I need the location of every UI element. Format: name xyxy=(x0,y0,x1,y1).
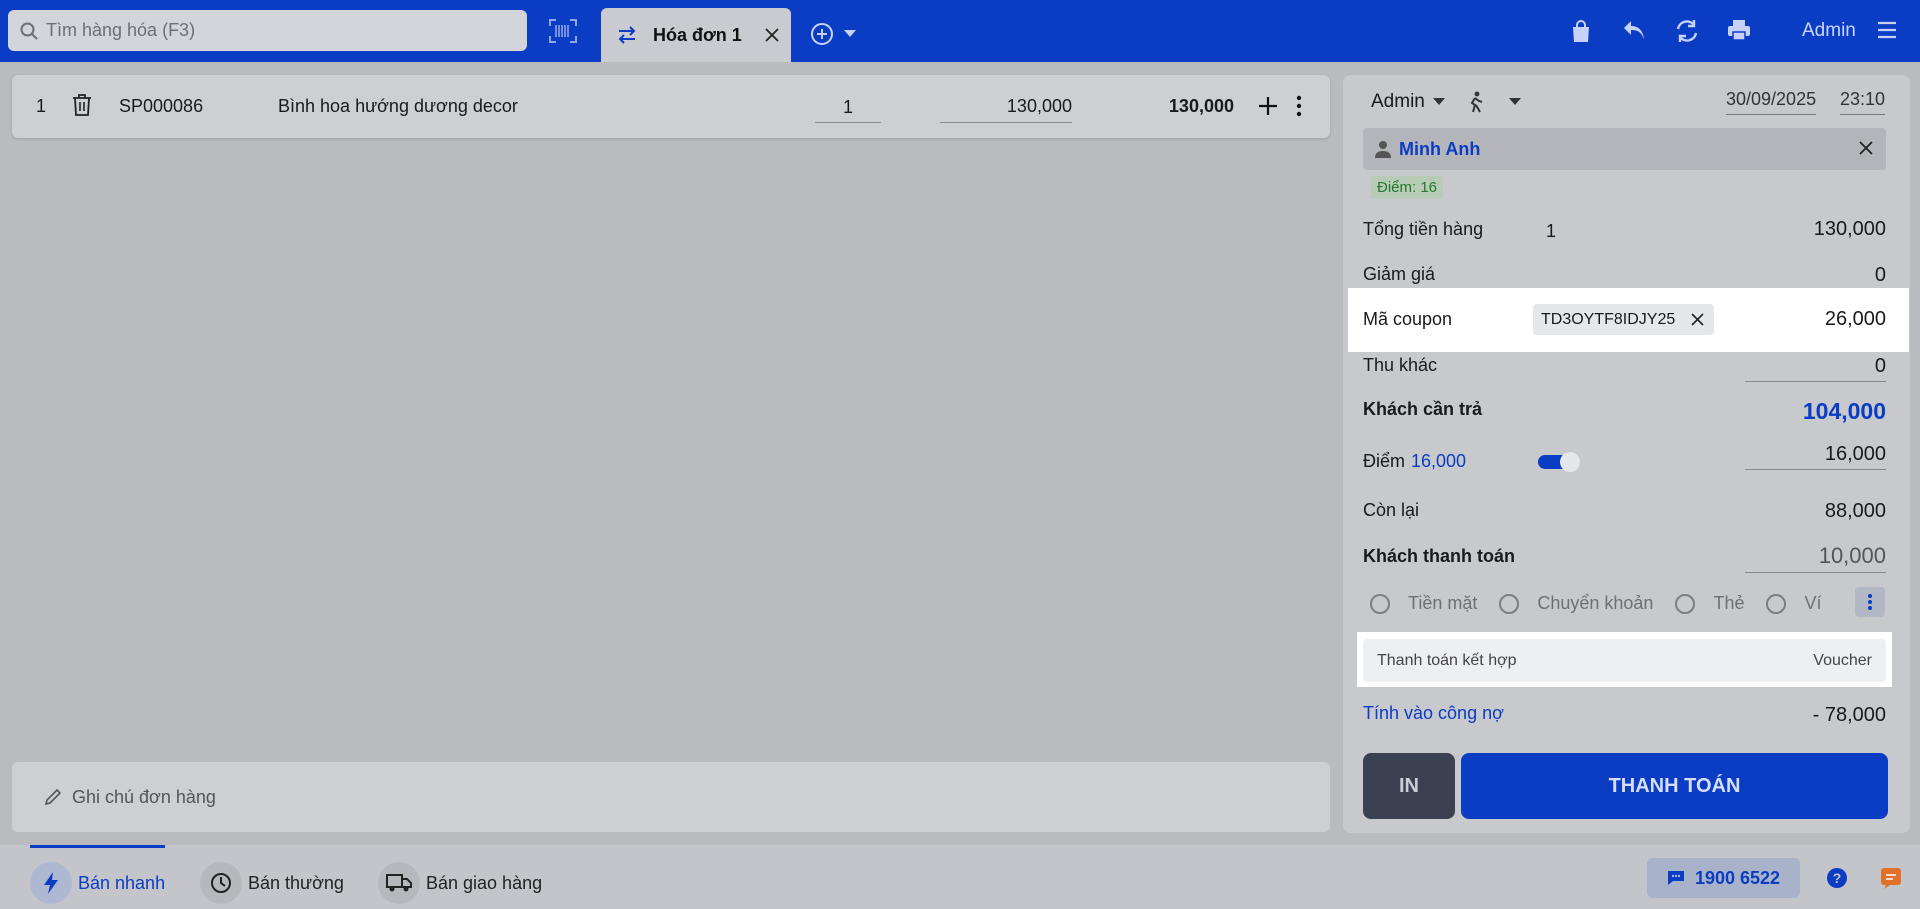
undo-icon[interactable] xyxy=(1622,19,1646,41)
line-price-input[interactable]: 130,000 xyxy=(940,96,1072,123)
chat-icon[interactable] xyxy=(1880,867,1902,889)
plus-icon[interactable] xyxy=(1257,95,1279,117)
order-note-placeholder: Ghi chú đơn hàng xyxy=(72,786,216,807)
close-icon[interactable] xyxy=(765,28,779,42)
pencil-icon xyxy=(44,788,62,806)
chevron-down-icon[interactable] xyxy=(1432,98,1445,106)
customer-field[interactable]: Minh Anh xyxy=(1363,128,1886,170)
other-fees-label: Thu khác xyxy=(1363,355,1438,375)
invoice-date[interactable]: 30/09/2025 xyxy=(1726,89,1817,115)
line-product-code: SP000086 xyxy=(119,96,204,116)
order-note-field[interactable]: Ghi chú đơn hàng xyxy=(12,762,1330,832)
customer-points-badge: Điểm: 16 xyxy=(1371,176,1444,199)
discount-label: Giảm giá xyxy=(1363,264,1436,284)
customer-paid-label: Khách thanh toán xyxy=(1363,546,1515,566)
seller-name: Admin xyxy=(1371,91,1425,112)
points-redeem-input[interactable]: 16,000 xyxy=(1745,443,1886,470)
add-tab-button[interactable] xyxy=(810,22,856,46)
chat-icon xyxy=(1667,870,1685,886)
coupon-code: TD3OYTF8IDJY25 xyxy=(1541,310,1676,328)
mode-quick-sale[interactable]: Bán nhanh xyxy=(30,862,165,904)
search-icon xyxy=(20,22,38,40)
person-icon xyxy=(1375,140,1391,158)
points-label: Điểm xyxy=(1363,451,1406,471)
radio-cash[interactable] xyxy=(1370,593,1390,614)
search-input[interactable] xyxy=(46,20,516,41)
radio-wallet[interactable] xyxy=(1766,593,1787,614)
method-cash-label[interactable]: Tiền mặt xyxy=(1408,593,1477,614)
payable-label: Khách cần trả xyxy=(1363,399,1483,419)
active-mode-indicator xyxy=(30,845,165,848)
add-circle-icon[interactable] xyxy=(810,22,834,46)
chevron-down-icon[interactable] xyxy=(844,30,856,38)
total-label: Tổng tiền hàng xyxy=(1363,219,1484,239)
coupon-label: Mã coupon xyxy=(1363,309,1453,329)
combo-payment-label: Thanh toán kết hợp xyxy=(1377,652,1517,669)
invoice-time[interactable]: 23:10 xyxy=(1840,89,1886,115)
customer-name[interactable]: Minh Anh xyxy=(1399,139,1480,160)
discount-input[interactable]: 0 xyxy=(1745,264,1886,291)
more-vertical-icon[interactable] xyxy=(1296,95,1302,117)
shopping-bag-icon[interactable] xyxy=(1570,19,1592,43)
points-available: 16,000 xyxy=(1411,451,1467,471)
bolt-icon xyxy=(30,862,72,904)
mode-delivery-sale-label: Bán giao hàng xyxy=(426,872,543,893)
mode-quick-sale-label: Bán nhanh xyxy=(78,872,166,893)
customer-paid-input[interactable]: 10,000 xyxy=(1745,543,1886,573)
trash-icon[interactable] xyxy=(72,94,92,116)
other-fees-input[interactable]: 0 xyxy=(1745,355,1886,382)
method-transfer-label[interactable]: Chuyển khoản xyxy=(1537,593,1653,614)
barcode-icon[interactable] xyxy=(548,18,578,44)
top-bar: Hóa đơn 1 Admin xyxy=(0,0,1920,62)
combo-payment-field[interactable]: Thanh toán kết hợp Voucher xyxy=(1363,639,1886,682)
points-toggle[interactable] xyxy=(1538,451,1582,473)
line-product-name: Bình hoa hướng dương decor xyxy=(278,96,518,116)
clock-icon xyxy=(200,862,242,904)
line-total: 130,000 xyxy=(1168,96,1234,116)
chevron-down-icon[interactable] xyxy=(1508,98,1521,106)
total-value: 130,000 xyxy=(1813,218,1886,240)
combo-payment-value: Voucher xyxy=(1813,652,1872,669)
line-index: 1 xyxy=(36,96,47,116)
help-icon[interactable]: ? xyxy=(1826,867,1848,889)
close-icon[interactable] xyxy=(1858,140,1874,156)
tab-label: Hóa đơn 1 xyxy=(653,24,742,45)
swap-icon[interactable] xyxy=(617,26,637,44)
header-user[interactable]: Admin xyxy=(1802,20,1856,42)
line-quantity-input[interactable]: 1 xyxy=(815,97,881,123)
remaining-value: 88,000 xyxy=(1824,500,1886,522)
truck-icon xyxy=(378,862,420,904)
walk-icon[interactable] xyxy=(1467,91,1485,113)
product-search[interactable] xyxy=(8,10,527,51)
payable-value: 104,000 xyxy=(1802,398,1886,424)
print-icon[interactable] xyxy=(1727,19,1751,41)
tab-invoice-1[interactable]: Hóa đơn 1 xyxy=(601,8,791,62)
mode-normal-sale[interactable]: Bán thường xyxy=(200,862,344,904)
mode-normal-sale-label: Bán thường xyxy=(248,872,344,893)
hotline-number: 1900 6522 xyxy=(1694,867,1781,888)
method-card-label[interactable]: Thẻ xyxy=(1713,593,1744,614)
bottom-bar: Bán nhanh Bán thường Bán giao hàng 1900 … xyxy=(0,845,1920,909)
radio-card[interactable] xyxy=(1675,593,1696,614)
print-button[interactable]: IN xyxy=(1363,753,1455,819)
more-vertical-icon xyxy=(1867,593,1873,611)
pay-button[interactable]: THANH TOÁN xyxy=(1461,753,1888,819)
radio-transfer[interactable] xyxy=(1499,593,1520,614)
total-quantity: 1 xyxy=(1546,221,1557,241)
method-wallet-label[interactable]: Ví xyxy=(1804,593,1821,614)
refresh-icon[interactable] xyxy=(1675,19,1699,43)
menu-icon[interactable] xyxy=(1877,21,1897,39)
coupon-value: 26,000 xyxy=(1824,308,1886,330)
seller-select[interactable]: Admin xyxy=(1371,91,1521,113)
debt-value: - 78,000 xyxy=(1812,704,1886,726)
order-line-item[interactable]: 1 SP000086 Bình hoa hướng dương decor 1 … xyxy=(12,75,1330,138)
payment-methods: Tiền mặt Chuyển khoản Thẻ Ví xyxy=(1370,593,1822,614)
more-methods-button[interactable] xyxy=(1855,587,1885,617)
remaining-label: Còn lại xyxy=(1363,500,1420,520)
svg-text:?: ? xyxy=(1833,870,1842,886)
mode-delivery-sale[interactable]: Bán giao hàng xyxy=(378,862,542,904)
debt-label[interactable]: Tính vào công nợ xyxy=(1363,703,1504,724)
hotline-button[interactable]: 1900 6522 xyxy=(1647,858,1800,898)
